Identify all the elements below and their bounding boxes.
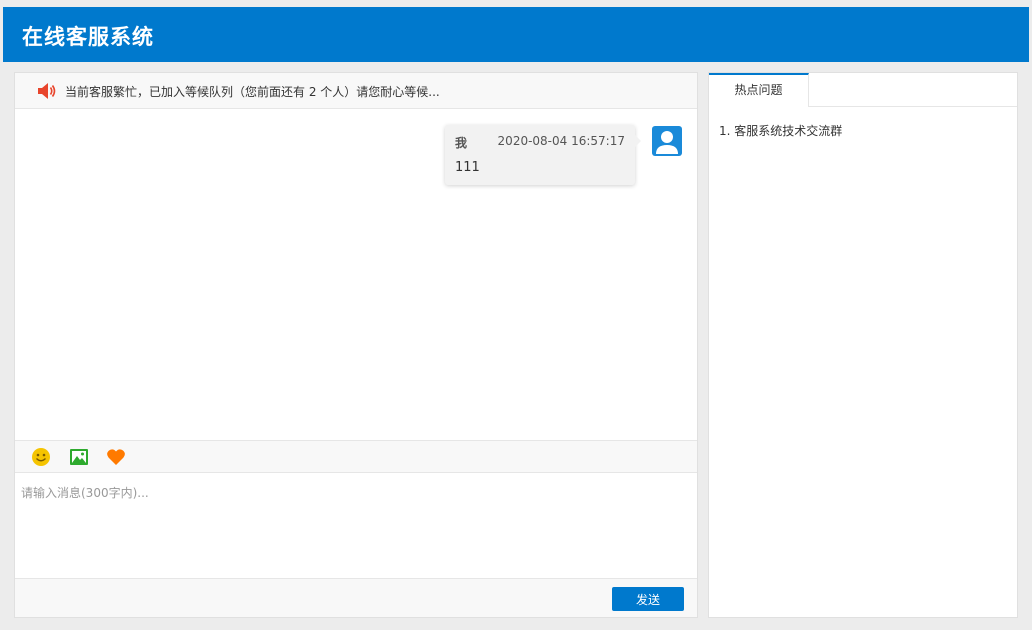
queue-notice: 当前客服繁忙，已加入等候队列（您前面还有 2 个人）请您耐心等候... [15,73,697,109]
message-text: 111 [455,160,480,175]
top-bar: 在线客服系统 [0,0,1032,62]
input-footer: 发送 [15,578,697,617]
smiley-icon[interactable] [31,447,51,467]
message-sender: 我 [455,136,468,150]
message-timestamp: 2020-08-04 16:57:17 [497,134,625,148]
message-list[interactable]: 我 2020-08-04 16:57:17 111 [15,110,697,440]
input-toolbar [15,440,697,473]
send-button[interactable]: 发送 [612,587,684,611]
faq-list: 1. 客服系统技术交流群 [719,122,842,139]
tab-hot-questions[interactable]: 热点问题 [709,73,809,107]
message-input[interactable] [15,474,697,578]
user-avatar-icon [652,126,682,156]
app-title: 在线客服系统 [22,25,154,49]
speaker-icon [37,82,57,100]
message-input-area [15,474,697,578]
message-bubble: 我 2020-08-04 16:57:17 111 [445,125,641,185]
header: 在线客服系统 [3,7,1029,62]
bubble-tail [635,135,641,147]
faq-item[interactable]: 1. 客服系统技术交流群 [719,122,842,139]
sidebar-tabs: 热点问题 [709,73,1017,107]
heart-icon[interactable] [106,447,126,467]
chat-panel: 当前客服繁忙，已加入等候队列（您前面还有 2 个人）请您耐心等候... 我 20… [14,72,698,618]
image-icon[interactable] [69,447,89,467]
hot-questions-panel: 热点问题 1. 客服系统技术交流群 [708,72,1018,618]
queue-notice-text: 当前客服繁忙，已加入等候队列（您前面还有 2 个人）请您耐心等候... [65,85,440,99]
